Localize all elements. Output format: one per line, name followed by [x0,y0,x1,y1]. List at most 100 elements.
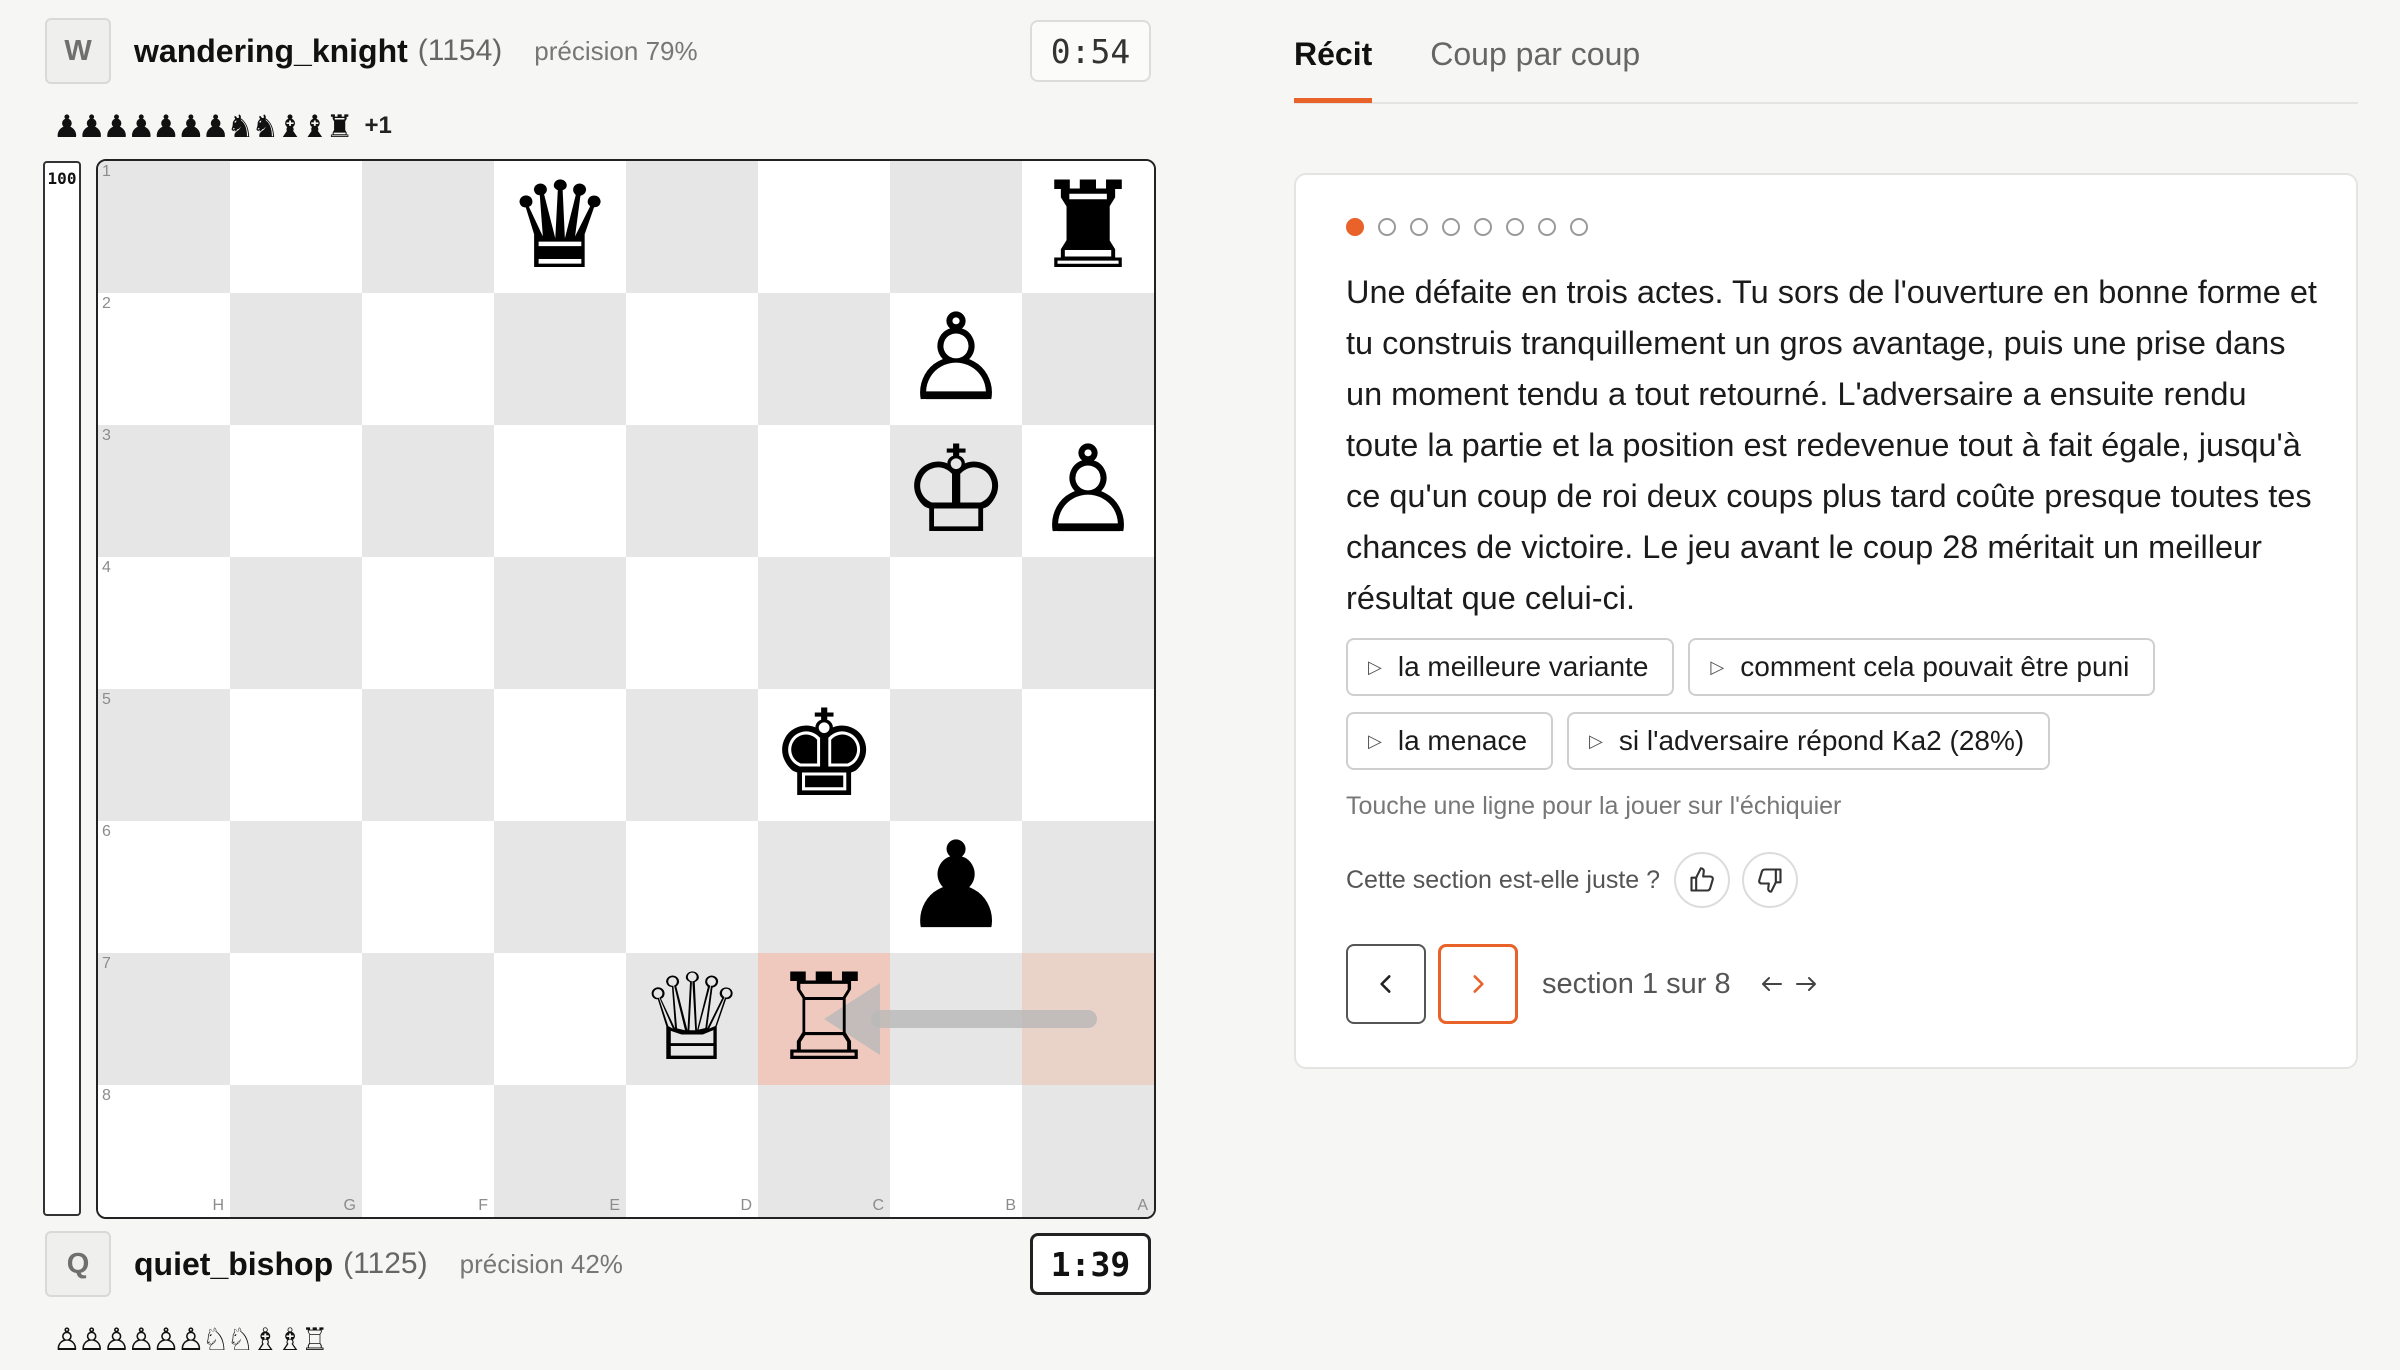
file-label: C [872,1197,884,1214]
bottom-player-name[interactable]: quiet_bishop [134,1246,333,1283]
square-e5[interactable] [494,689,626,821]
square-h8[interactable]: 8H [98,1085,230,1217]
square-e2[interactable] [494,293,626,425]
white-pawn-a3[interactable]: ♙ [1022,425,1154,557]
chip-opponent-reply[interactable]: ▷ si l'adversaire répond Ka2 (28%) [1567,712,2051,770]
chip-how-punished[interactable]: ▷ comment cela pouvait être puni [1688,638,2156,696]
square-f4[interactable] [362,557,494,689]
square-b1[interactable] [890,161,1022,293]
square-d1[interactable] [626,161,758,293]
chevron-right-icon [1473,975,1484,993]
tab-recit[interactable]: Récit [1294,30,1373,103]
white-pawn-b2[interactable]: ♙ [890,293,1022,425]
square-c8[interactable]: C [758,1085,890,1217]
file-label: E [609,1197,620,1214]
square-d2[interactable] [626,293,758,425]
top-player-avatar: W [45,18,111,84]
file-label: G [343,1197,356,1214]
evaluation-bar: 100 [43,161,81,1216]
square-a4[interactable] [1022,557,1154,689]
square-d6[interactable] [626,821,758,953]
top-player-clock: 0:54 [1030,20,1151,82]
feedback-question: Cette section est-elle juste ? [1346,865,1661,894]
top-player-row: W wandering_knight (1154) précision 79% … [45,18,1151,84]
square-e3[interactable] [494,425,626,557]
thumbs-down-button[interactable] [1742,852,1799,908]
black-pawn-b6[interactable]: ♟ [890,821,1022,953]
story-text: Une défaite en trois actes. Tu sors de l… [1346,274,2317,616]
square-c6[interactable] [758,821,890,953]
square-g7[interactable] [230,953,362,1085]
square-b4[interactable] [890,557,1022,689]
square-h3[interactable]: 3 [98,425,230,557]
white-king-b3[interactable]: ♔ [890,425,1022,557]
progress-dot[interactable] [1538,218,1556,236]
chip-threat[interactable]: ▷ la menace [1346,712,1554,770]
square-d5[interactable] [626,689,758,821]
square-e4[interactable] [494,557,626,689]
square-g5[interactable] [230,689,362,821]
square-c4[interactable] [758,557,890,689]
section-counter: section 1 sur 8 [1542,967,1731,1000]
square-g2[interactable] [230,293,362,425]
square-g8[interactable]: G [230,1085,362,1217]
white-rook-c7[interactable]: ♖ [758,953,890,1085]
next-section-button[interactable] [1438,944,1518,1024]
square-f6[interactable] [362,821,494,953]
progress-dot[interactable] [1410,218,1428,236]
square-h6[interactable]: 6 [98,821,230,953]
previous-section-button[interactable] [1346,944,1426,1024]
black-queen-e1[interactable]: ♛ [494,161,626,293]
square-h4[interactable]: 4 [98,557,230,689]
chip-label: la menace [1397,725,1528,756]
square-g1[interactable] [230,161,362,293]
progress-dot[interactable] [1506,218,1524,236]
square-f8[interactable]: F [362,1085,494,1217]
play-triangle-icon: ▷ [1589,730,1603,751]
square-g6[interactable] [230,821,362,953]
top-player-name[interactable]: wandering_knight [134,33,408,70]
square-h2[interactable]: 2 [98,293,230,425]
square-c1[interactable] [758,161,890,293]
tab-coup-par-coup[interactable]: Coup par coup [1430,30,1640,102]
square-b5[interactable] [890,689,1022,821]
square-c3[interactable] [758,425,890,557]
square-e8[interactable]: E [494,1085,626,1217]
square-f5[interactable] [362,689,494,821]
progress-dot[interactable] [1442,218,1460,236]
square-a6[interactable] [1022,821,1154,953]
square-e6[interactable] [494,821,626,953]
square-f3[interactable] [362,425,494,557]
square-f2[interactable] [362,293,494,425]
black-king-c5[interactable]: ♚ [758,689,890,821]
square-h1[interactable]: 1 [98,161,230,293]
square-b7[interactable] [890,953,1022,1085]
bottom-player-rating: (1125) [343,1247,428,1280]
square-h5[interactable]: 5 [98,689,230,821]
square-g3[interactable] [230,425,362,557]
square-a2[interactable] [1022,293,1154,425]
chess-board[interactable]: 1234567ABCDEFG8H ♛ ♜ ♙ ♔ ♙ ♚ ♟ ♕ ♖ [96,159,1156,1219]
thumbs-up-button[interactable] [1674,852,1731,908]
square-g4[interactable] [230,557,362,689]
progress-dot[interactable] [1570,218,1588,236]
progress-dot[interactable] [1346,218,1364,236]
chip-best-line[interactable]: ▷ la meilleure variante [1346,638,1675,696]
square-b8[interactable]: B [890,1085,1022,1217]
square-f7[interactable] [362,953,494,1085]
square-d3[interactable] [626,425,758,557]
square-a5[interactable] [1022,689,1154,821]
square-h7[interactable]: 7 [98,953,230,1085]
square-a8[interactable]: A [1022,1085,1154,1217]
square-f1[interactable] [362,161,494,293]
progress-dot[interactable] [1474,218,1492,236]
evaluation-label: 100 [47,169,77,188]
square-d4[interactable] [626,557,758,689]
progress-dot[interactable] [1378,218,1396,236]
white-queen-d7[interactable]: ♕ [626,953,758,1085]
square-a7[interactable] [1022,953,1154,1085]
square-c2[interactable] [758,293,890,425]
square-d8[interactable]: D [626,1085,758,1217]
square-e7[interactable] [494,953,626,1085]
black-rook-a1[interactable]: ♜ [1022,161,1154,293]
